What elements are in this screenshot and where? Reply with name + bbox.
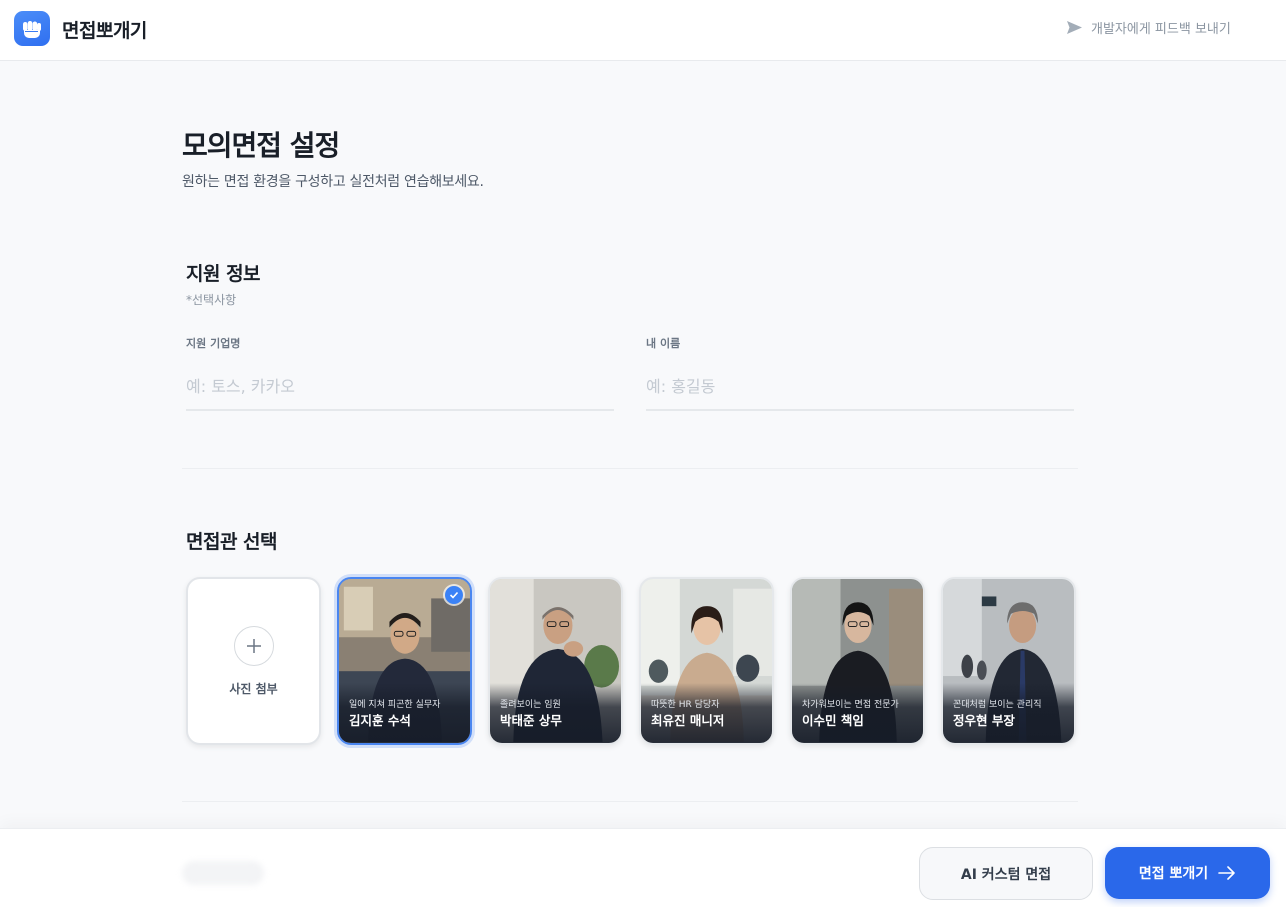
interviewer-card[interactable]: 졸려보이는 임원 박태준 상무	[488, 577, 623, 745]
arrow-right-icon	[1218, 866, 1235, 880]
applicant-section-title: 지원 정보	[186, 263, 261, 285]
page-title: 모의면접 설정	[182, 129, 340, 162]
fist-logo-icon[interactable]	[14, 11, 50, 46]
send-icon	[1067, 21, 1082, 34]
section-divider	[182, 468, 1078, 469]
company-label: 지원 기업명	[186, 337, 241, 350]
ai-custom-interview-button[interactable]: AI 커스텀 면접	[919, 847, 1093, 900]
interviewer-name: 최유진 매니저	[651, 713, 725, 728]
feedback-link[interactable]: 개발자에게 피드백 보내기	[1066, 18, 1231, 37]
interviewer-desc: 따뜻한 HR 담당자	[651, 700, 720, 710]
interviewer-desc: 차가워보이는 면접 전문가	[802, 700, 899, 710]
start-interview-label: 면접 뽀개기	[1138, 866, 1209, 882]
interviewer-desc: 졸려보이는 임원	[500, 700, 561, 710]
optional-note: *선택사항	[186, 293, 237, 307]
interviewer-card[interactable]: 일에 지쳐 피곤한 실무자 김지훈 수석	[337, 577, 472, 745]
top-bar: 면접뽀개기 개발자에게 피드백 보내기	[0, 0, 1286, 61]
name-input[interactable]	[646, 364, 1074, 411]
bottom-action-bar: AI 커스텀 면접 면접 뽀개기	[0, 828, 1286, 907]
interviewer-card[interactable]: 따뜻한 HR 담당자 최유진 매니저	[639, 577, 774, 745]
company-input[interactable]	[186, 364, 614, 411]
interviewer-name: 김지훈 수석	[349, 713, 411, 728]
interviewer-desc: 꼰대처럼 보이는 관리직	[953, 700, 1042, 710]
interviewer-cards: 사진 첨부 일에 지쳐 피곤한 실무자 김지훈 수석 졸려보이는 임원 박태준 …	[186, 577, 1076, 745]
feedback-label: 개발자에게 피드백 보내기	[1091, 22, 1231, 37]
interviewer-section-title: 면접관 선택	[186, 531, 278, 553]
section-divider	[182, 801, 1078, 802]
interviewer-card[interactable]: 꼰대처럼 보이는 관리직 정우현 부장	[941, 577, 1076, 745]
photo-upload-card[interactable]: 사진 첨부	[186, 577, 321, 745]
blurred-placeholder	[182, 861, 264, 885]
brand-name: 면접뽀개기	[62, 20, 147, 42]
page-subtitle: 원하는 면접 환경을 구성하고 실전처럼 연습해보세요.	[182, 174, 484, 190]
check-icon	[445, 586, 463, 604]
interviewer-name: 정우현 부장	[953, 713, 1015, 728]
plus-icon	[233, 625, 274, 666]
start-interview-button[interactable]: 면접 뽀개기	[1105, 847, 1270, 899]
interviewer-desc: 일에 지쳐 피곤한 실무자	[349, 700, 441, 710]
interviewer-name: 이수민 책임	[802, 713, 864, 728]
interviewer-name: 박태준 상무	[500, 713, 562, 728]
upload-label: 사진 첨부	[229, 681, 278, 696]
name-label: 내 이름	[646, 337, 681, 350]
interviewer-card[interactable]: 차가워보이는 면접 전문가 이수민 책임	[790, 577, 925, 745]
